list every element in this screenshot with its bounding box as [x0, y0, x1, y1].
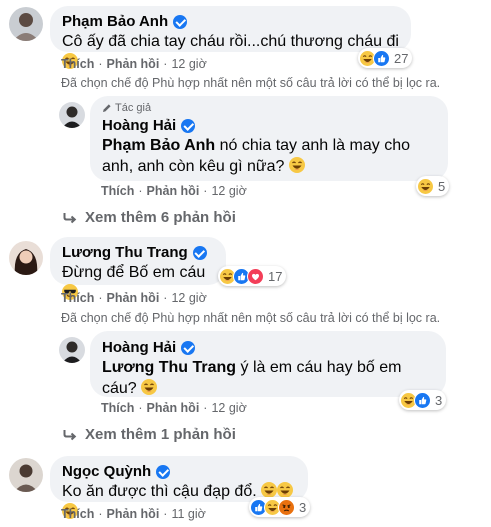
reply-button[interactable]: Phản hồi [107, 291, 160, 305]
timestamp[interactable]: 12 giờ [171, 291, 206, 305]
avatar[interactable] [59, 337, 85, 363]
verified-badge-icon [181, 340, 196, 355]
timestamp[interactable]: 12 giờ [211, 401, 246, 415]
laugh-emoji-icon [261, 482, 278, 498]
reaction-count: 27 [394, 50, 409, 66]
thread-connector [26, 42, 56, 122]
timestamp[interactable]: 12 giờ [211, 184, 246, 198]
reply-arrow-icon [63, 212, 77, 223]
comment-bubble: Lương Thu Trang Đừng để Bố em cáu [50, 237, 226, 300]
view-more-replies[interactable]: Xem thêm 6 phản hồi [63, 209, 236, 226]
like-button[interactable]: Thích [61, 57, 94, 71]
reply-button[interactable]: Phản hồi [147, 184, 200, 198]
avatar[interactable] [9, 7, 43, 41]
reaction-count: 17 [268, 268, 283, 284]
verified-badge-icon [181, 118, 196, 133]
reply-bubble: Hoàng Hải Lương Thu Trang ý là em cáu ha… [90, 331, 446, 397]
mention-link[interactable]: Lương Thu Trang [102, 359, 236, 376]
reaction-summary[interactable]: 27 [358, 48, 413, 68]
comment-bubble: Phạm Bảo Anh Cô ấy đã chia tay cháu rồi.… [50, 6, 411, 69]
comment-text: Phạm Bảo Anh nó chia tay anh là may cho … [102, 137, 410, 175]
laugh-emoji-icon [277, 482, 294, 498]
comment-actions: Thích · Phản hồi · 12 giờ [101, 401, 247, 415]
comment-actions: Thích · Phản hồi · 12 giờ [61, 291, 207, 305]
avatar[interactable] [59, 102, 85, 128]
reply-button[interactable]: Phản hồi [107, 57, 160, 71]
pencil-icon [103, 104, 111, 112]
like-button[interactable]: Thích [101, 401, 134, 415]
laugh-emoji-icon [288, 157, 305, 173]
verified-badge-icon [192, 245, 207, 260]
comment-author[interactable]: Lương Thu Trang [62, 243, 207, 262]
comment-author[interactable]: Phạm Bảo Anh [62, 12, 188, 31]
mention-link[interactable]: Phạm Bảo Anh [102, 137, 215, 154]
comment-actions: Thích · Phản hồi · 11 giờ [61, 507, 206, 521]
like-button[interactable]: Thích [61, 291, 94, 305]
comment-author[interactable]: Hoàng Hải [102, 338, 196, 357]
reaction-count: 3 [299, 499, 307, 515]
laugh-emoji-icon [141, 379, 158, 395]
timestamp[interactable]: 11 giờ [171, 507, 205, 521]
author-tag: Tác giả [102, 101, 436, 115]
like-button[interactable]: Thích [61, 507, 94, 521]
comment-actions: Thích · Phản hồi · 12 giờ [61, 57, 207, 71]
reply-button[interactable]: Phản hồi [107, 507, 160, 521]
laugh-reaction-icon [417, 177, 434, 195]
comment-text: Lương Thu Trang ý là em cáu hay bố em cá… [102, 359, 402, 397]
reply-button[interactable]: Phản hồi [147, 401, 200, 415]
verified-badge-icon [173, 14, 188, 29]
like-reaction-icon [414, 391, 431, 409]
comment-author[interactable]: Hoàng Hải [102, 116, 196, 135]
love-reaction-icon [247, 267, 264, 285]
like-reaction-icon [373, 49, 390, 67]
reaction-count: 3 [435, 392, 443, 408]
timestamp[interactable]: 12 giờ [171, 57, 206, 71]
reaction-summary[interactable]: 5 [416, 176, 450, 196]
verified-badge-icon [156, 464, 171, 479]
angry-reaction-icon [278, 498, 295, 516]
comment-author[interactable]: Ngọc Quỳnh [62, 462, 171, 481]
reply-arrow-icon [63, 429, 77, 440]
filter-note: Đã chọn chế độ Phù hợp nhất nên một số c… [61, 76, 441, 90]
avatar[interactable] [9, 241, 43, 275]
view-more-replies[interactable]: Xem thêm 1 phản hồi [63, 426, 236, 443]
comment-actions: Thích · Phản hồi · 12 giờ [101, 184, 247, 198]
reaction-summary[interactable]: 17 [218, 266, 287, 286]
like-button[interactable]: Thích [101, 184, 134, 198]
avatar[interactable] [9, 458, 43, 492]
reaction-count: 5 [438, 178, 446, 194]
reaction-summary[interactable]: 3 [399, 390, 447, 410]
reply-bubble: Tác giả Hoàng Hải Phạm Bảo Anh nó chia t… [90, 96, 448, 181]
reaction-summary[interactable]: 3 [249, 497, 311, 517]
comment-bubble: Ngọc Quỳnh Ko ăn được thì cậu đạp đổ. [50, 456, 308, 519]
filter-note: Đã chọn chế độ Phù hợp nhất nên một số c… [61, 311, 441, 325]
